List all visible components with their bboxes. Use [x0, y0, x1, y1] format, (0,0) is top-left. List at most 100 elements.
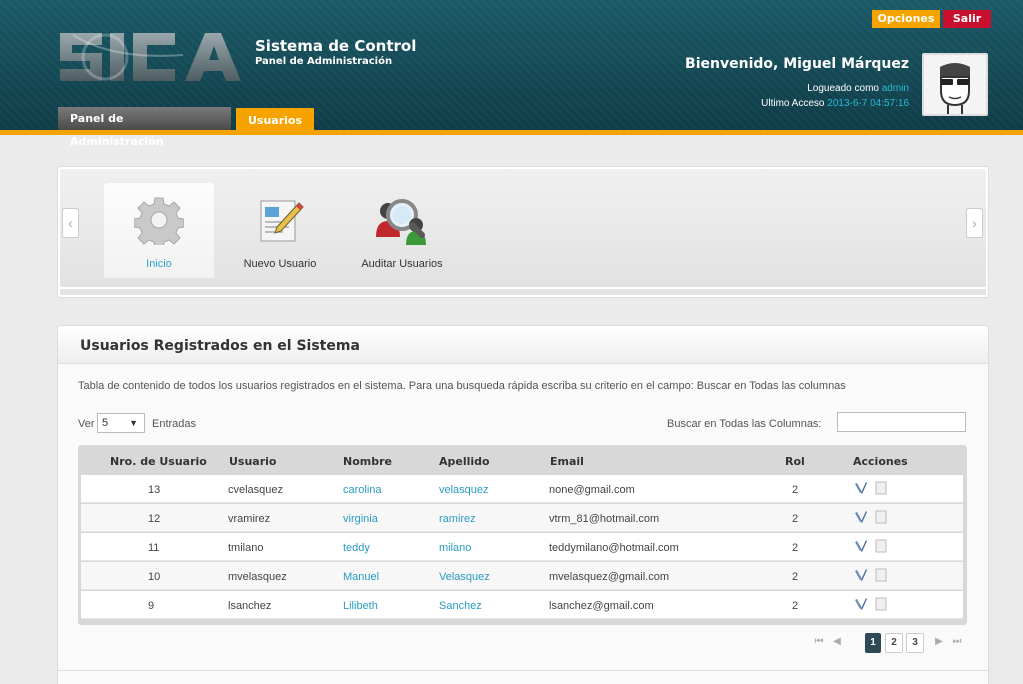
search-label: Buscar en Todas las Columnas: — [667, 418, 822, 430]
next-page-icon: ▶ — [935, 636, 943, 647]
prev-page-icon: ◀ — [833, 636, 841, 647]
shortcut-label: Auditar Usuarios — [361, 258, 443, 270]
column-header-email[interactable]: Email — [550, 455, 584, 468]
prev-page-button[interactable]: ◀ — [830, 633, 844, 653]
users-table: Nro. de Usuario Usuario Nombre Apellido … — [78, 445, 967, 625]
table-row: 9 lsanchez Lilibeth Sanchez lsanchez@gma… — [81, 591, 963, 619]
edit-pencil-icon[interactable] — [854, 481, 868, 495]
cell-usuario: cvelasquez — [228, 484, 284, 496]
shortcut-auditar-usuarios[interactable]: Auditar Usuarios — [352, 183, 452, 278]
document-icon[interactable] — [874, 568, 888, 582]
cell-usuario: vramirez — [228, 513, 271, 525]
edit-pencil-icon[interactable] — [854, 568, 868, 582]
cell-nombre[interactable]: Manuel — [343, 571, 379, 583]
page-1-button[interactable]: 1 — [865, 633, 881, 653]
edit-pencil-icon[interactable] — [854, 510, 868, 524]
cell-rol: 2 — [792, 600, 799, 612]
last-access: Ultimo Acceso 2013-6-7 04:57:16 — [761, 98, 909, 109]
cell-nro: 11 — [148, 542, 160, 554]
cell-email: lsanchez@gmail.com — [549, 600, 654, 612]
table-row: 10 mvelasquez Manuel Velasquez mvelasque… — [81, 562, 963, 590]
header-bar: Sistema de Control Panel de Administraci… — [0, 0, 1023, 148]
system-title: Sistema de Control — [255, 37, 417, 55]
cell-email: vtrm_81@hotmail.com — [549, 513, 660, 525]
cell-rol: 2 — [792, 484, 799, 496]
scroll-left-button[interactable]: ‹ — [62, 208, 79, 238]
chevron-right-icon: › — [972, 215, 977, 231]
tab-panel-administracion[interactable]: Panel de Administración — [58, 107, 231, 148]
document-icon[interactable] — [874, 597, 888, 611]
column-header-nombre[interactable]: Nombre — [343, 455, 392, 468]
sica-logo — [55, 25, 245, 87]
cell-rol: 2 — [792, 513, 799, 525]
document-icon[interactable] — [874, 481, 888, 495]
scroll-right-button[interactable]: › — [966, 208, 983, 238]
column-header-rol[interactable]: Rol — [785, 455, 805, 468]
panel-footer-divider — [57, 670, 989, 671]
column-header-apellido[interactable]: Apellido — [439, 455, 490, 468]
search-input[interactable] — [837, 412, 966, 432]
cell-nombre[interactable]: Lilibeth — [343, 600, 378, 612]
page-3-button[interactable]: 3 — [906, 633, 924, 653]
opciones-button[interactable]: Opciones — [872, 10, 940, 28]
column-header-acciones: Acciones — [853, 455, 908, 468]
first-page-icon: ⏮ — [814, 636, 824, 647]
column-header-usuario[interactable]: Usuario — [229, 455, 277, 468]
shortcut-strip-footer — [60, 289, 986, 295]
dropdown-arrow-icon: ▼ — [129, 418, 138, 428]
chevron-left-icon: ‹ — [68, 215, 73, 231]
table-row: 11 tmilano teddy milano teddymilano@hotm… — [81, 533, 963, 561]
logged-prefix: Logueado como — [807, 83, 882, 94]
cell-email: mvelasquez@gmail.com — [549, 571, 669, 583]
last-page-button[interactable]: ⏭ — [950, 633, 964, 653]
cell-apellido[interactable]: milano — [439, 542, 471, 554]
cell-apellido[interactable]: velasquez — [439, 484, 489, 496]
system-subtitle: Panel de Administración — [255, 56, 393, 67]
last-access-prefix: Ultimo Acceso — [761, 98, 828, 109]
cell-apellido[interactable]: Velasquez — [439, 571, 490, 583]
panel-title: Usuarios Registrados en el Sistema — [80, 338, 360, 354]
column-header-nro[interactable]: Nro. de Usuario — [110, 455, 207, 468]
document-icon[interactable] — [874, 539, 888, 553]
edit-pencil-icon[interactable] — [854, 539, 868, 553]
shortcut-label: Inicio — [146, 258, 172, 270]
entradas-label: Entradas — [152, 418, 197, 430]
salir-button[interactable]: Salir — [943, 10, 991, 28]
cell-email: teddymilano@hotmail.com — [549, 542, 679, 554]
shortcut-inicio[interactable]: Inicio — [104, 183, 214, 278]
shortcut-nuevo-usuario[interactable]: Nuevo Usuario — [232, 183, 328, 278]
page-2-button[interactable]: 2 — [885, 633, 903, 653]
welcome-message: Bienvenido, Miguel Márquez — [685, 56, 909, 72]
cell-nro: 12 — [148, 513, 161, 525]
page-size-select[interactable]: 5 ▼ — [97, 413, 145, 433]
cell-nro: 13 — [148, 484, 161, 496]
document-icon[interactable] — [874, 510, 888, 524]
cell-apellido[interactable]: ramirez — [439, 513, 476, 525]
table-row: 13 cvelasquez carolina velasquez none@gm… — [81, 475, 963, 503]
first-page-button[interactable]: ⏮ — [812, 633, 826, 653]
cell-nro: 9 — [148, 600, 155, 612]
next-page-button[interactable]: ▶ — [932, 633, 946, 653]
last-page-icon: ⏭ — [952, 636, 962, 647]
cell-nombre[interactable]: teddy — [343, 542, 370, 554]
edit-document-icon — [260, 200, 304, 242]
edit-pencil-icon[interactable] — [854, 597, 868, 611]
table-row: 12 vramirez virginia ramirez vtrm_81@hot… — [81, 504, 963, 532]
panel-header: Usuarios Registrados en el Sistema — [58, 326, 988, 364]
cell-usuario: lsanchez — [228, 600, 272, 612]
tab-usuarios[interactable]: Usuarios — [236, 108, 314, 135]
cell-rol: 2 — [792, 542, 799, 554]
cell-nombre[interactable]: virginia — [343, 513, 378, 525]
gear-icon — [134, 197, 184, 245]
last-access-value: 2013-6-7 04:57:16 — [827, 98, 909, 109]
cell-nombre[interactable]: carolina — [343, 484, 382, 496]
avatar[interactable] — [922, 53, 988, 116]
logged-as: Logueado como admin — [807, 83, 909, 94]
cell-apellido[interactable]: Sanchez — [439, 600, 482, 612]
audit-users-icon — [376, 199, 426, 245]
table-header: Nro. de Usuario Usuario Nombre Apellido … — [78, 445, 967, 475]
cell-rol: 2 — [792, 571, 799, 583]
shortcut-label: Nuevo Usuario — [243, 258, 317, 270]
page-size-value: 5 — [102, 417, 109, 429]
logged-user-link[interactable]: admin — [882, 83, 909, 94]
